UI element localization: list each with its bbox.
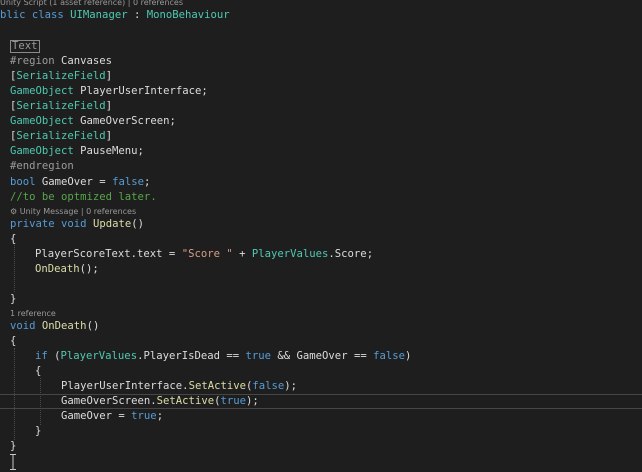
token: .Score;: [328, 248, 374, 260]
code-line-update-signature: private void Update(): [10, 217, 642, 232]
token: //to be optmized later.: [10, 191, 157, 203]
token: OnDeath: [41, 320, 87, 332]
i-beam-cursor-icon: [10, 454, 16, 470]
i-beam-cursor: [10, 454, 16, 470]
token: SetActive: [188, 380, 246, 392]
code-line-serializefield-1: [SerializeField]: [10, 69, 642, 84]
code-line-score-text: PlayerScoreText.text = "Score " + Player…: [35, 247, 642, 262]
token: PlayerUserInterface;: [73, 85, 208, 97]
unity-message-icon: ⚙: [10, 207, 20, 216]
token: #endregion: [10, 160, 74, 172]
code-line-ondeath-signature: void OnDeath(): [10, 319, 642, 334]
code-line-show-gameover-screen: GameOverScreen.SetActive(true);: [61, 394, 642, 409]
code-line-serializefield-2: [SerializeField]: [10, 99, 642, 114]
token: Update: [92, 218, 132, 230]
token: );: [284, 380, 298, 392]
token: Canvases: [54, 55, 113, 67]
token: OnDeath: [35, 263, 80, 275]
code-line-region: #region Canvases: [10, 54, 642, 69]
token: GameObject: [10, 115, 74, 127]
token: );: [245, 395, 259, 407]
token: "Score ": [181, 248, 233, 260]
token: false: [252, 380, 285, 392]
token: #region: [10, 55, 55, 67]
token: +: [232, 248, 252, 260]
token: :: [127, 9, 147, 21]
token: PlayerValues: [251, 248, 329, 260]
token: }: [35, 425, 42, 437]
code-editor[interactable]: Unity Script (1 asset reference) | 0 ref…: [0, 0, 642, 472]
token: {: [10, 233, 17, 245]
token: GameOver =: [61, 410, 132, 422]
code-line-serializefield-3: [SerializeField]: [10, 129, 642, 144]
token: MonoBehaviour: [146, 9, 230, 21]
token: UIManager: [70, 9, 128, 21]
token: ;: [143, 176, 151, 188]
code-line-field-player-ui: GameObject PlayerUserInterface;: [10, 84, 642, 99]
token: {: [35, 365, 42, 377]
token: bool: [10, 176, 36, 188]
token: true: [245, 350, 272, 362]
code-line-set-gameover: GameOver = true;: [61, 409, 642, 424]
token: SerializeField: [16, 130, 106, 142]
token: && GameOver ==: [271, 350, 374, 362]
token: GameOver =: [35, 176, 113, 188]
token: .PlayerIsDead ==: [137, 350, 246, 362]
token: ]: [105, 130, 113, 142]
token: (): [131, 218, 144, 230]
token: void: [61, 218, 87, 230]
code-line-class-declaration: blic class UIManager : MonoBehaviour: [0, 8, 642, 23]
token: {: [10, 335, 17, 347]
token: PauseMenu;: [73, 145, 144, 157]
token: false: [373, 350, 405, 362]
code-line-comment: //to be optmized later.: [10, 190, 642, 205]
token: (: [47, 350, 61, 362]
code-line-endregion: #endregion: [10, 159, 642, 174]
code-line-ondeath-close-brace: }: [10, 439, 642, 454]
codelens-update-label: Unity Message | 0 references: [19, 207, 137, 216]
token: ;: [156, 410, 164, 422]
token: true: [220, 395, 246, 407]
token: ();: [79, 263, 99, 275]
token: ]: [105, 70, 113, 82]
token: GameOverScreen.: [61, 395, 157, 407]
token: blic: [0, 9, 32, 21]
code-line-if-statement: if (PlayerValues.PlayerIsDead == true &&…: [35, 349, 642, 364]
token: private: [10, 218, 55, 230]
token: GameOverScreen;: [73, 115, 176, 127]
token: if: [35, 350, 48, 362]
token: ): [404, 350, 412, 362]
token: ]: [105, 100, 113, 112]
token: SerializeField: [16, 70, 106, 82]
code-line-text-token: Text: [10, 39, 642, 54]
token: SetActive: [156, 395, 215, 407]
code-line-gameover-bool: bool GameOver = false;: [10, 175, 642, 190]
indent-guide-update: [14, 245, 15, 292]
token: GameObject: [10, 145, 74, 157]
token: false: [112, 176, 144, 188]
token: PlayerUserInterface.: [61, 380, 189, 392]
text-token-box[interactable]: Text: [10, 40, 40, 53]
indent-guide-if: [40, 378, 41, 425]
token: true: [131, 410, 157, 422]
token: void: [10, 320, 36, 332]
token: PlayerValues: [60, 350, 138, 362]
token: PlayerScoreText.text =: [35, 248, 182, 260]
token: }: [10, 440, 17, 452]
token: class: [31, 9, 64, 21]
code-line-field-pause-menu: GameObject PauseMenu;: [10, 144, 642, 159]
code-line-update-close-brace: }: [10, 292, 642, 307]
code-line-ondeath-open-brace: {: [10, 334, 642, 349]
code-line-hide-player-ui: PlayerUserInterface.SetActive(false);: [61, 379, 642, 394]
code-line-if-close-brace: }: [35, 424, 642, 439]
token: }: [10, 293, 17, 305]
indent-guide-ondeath: [14, 348, 15, 440]
code-line-if-open-brace: {: [35, 364, 642, 379]
code-line-ondeath-call: OnDeath();: [35, 262, 642, 277]
code-line-update-open-brace: {: [10, 232, 642, 247]
token: (): [86, 320, 100, 332]
token: SerializeField: [16, 100, 106, 112]
token: GameObject: [10, 85, 74, 97]
code-line-field-gameover-screen: GameObject GameOverScreen;: [10, 114, 642, 129]
